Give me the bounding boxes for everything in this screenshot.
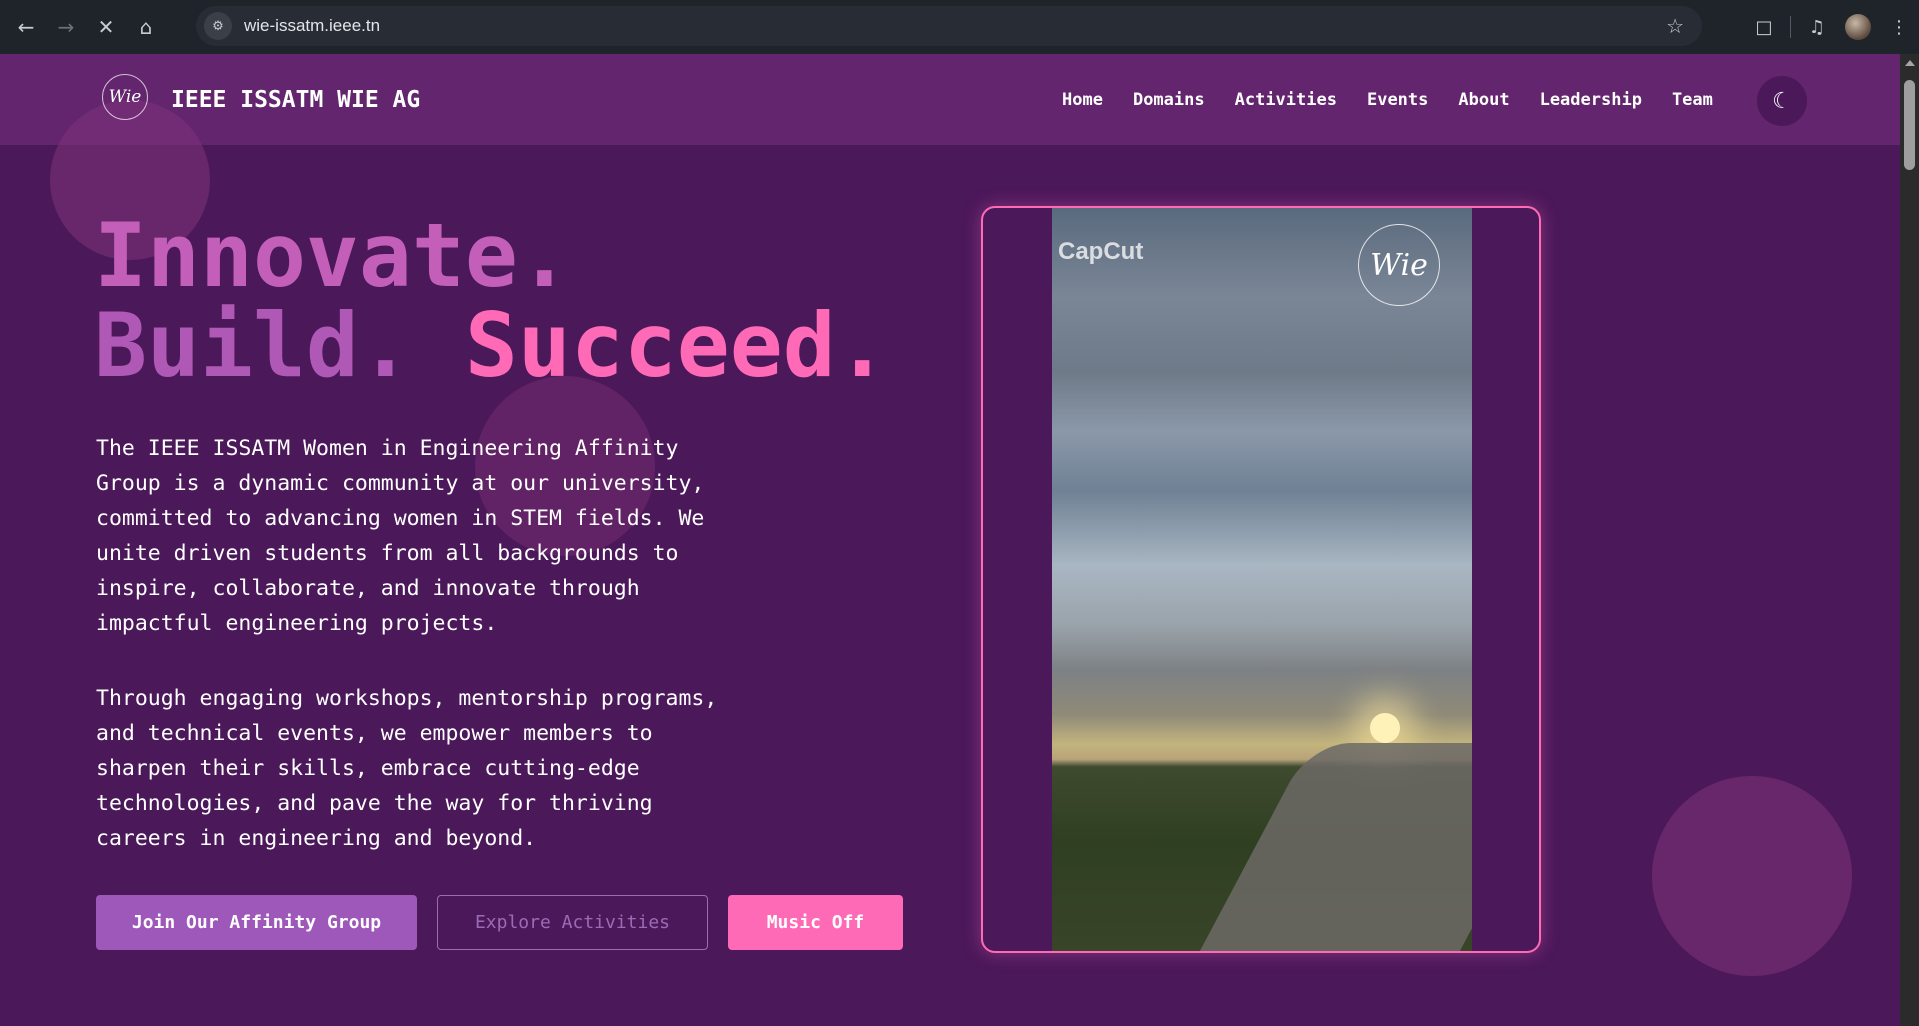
scroll-up-arrow-icon[interactable] (1905, 60, 1915, 66)
browser-actions: □ ♫ ⋮ (1744, 0, 1919, 54)
nav-domains[interactable]: Domains (1133, 90, 1205, 110)
extensions-icon[interactable]: □ (1744, 7, 1784, 47)
scroll-thumb[interactable] (1904, 80, 1915, 170)
capcut-watermark: CapCut (1058, 238, 1144, 265)
hero-headline: Innovate. Build. Succeed. (94, 211, 889, 391)
join-affinity-group-button[interactable]: Join Our Affinity Group (96, 895, 417, 950)
profile-avatar[interactable] (1845, 14, 1871, 40)
address-bar[interactable]: ⚙ wie-issatm.ieee.tn ☆ (196, 6, 1702, 46)
music-toggle-button[interactable]: Music Off (728, 895, 903, 950)
nav-about[interactable]: About (1458, 90, 1509, 110)
video-frame: CapCut Wie (981, 206, 1541, 953)
page-scrollbar[interactable] (1900, 54, 1919, 1026)
site-info-icon[interactable]: ⚙ (204, 12, 232, 40)
toolbar-separator (1790, 16, 1791, 38)
nav-leadership[interactable]: Leadership (1540, 90, 1642, 110)
hero-paragraph-1: The IEEE ISSATM Women in Engineering Aff… (96, 436, 705, 636)
site-header: Wie IEEE ISSATM WIE AG Home Domains Acti… (0, 54, 1900, 145)
url-text[interactable]: wie-issatm.ieee.tn (244, 16, 380, 36)
browser-toolbar: ← → ✕ ⌂ ⚙ wie-issatm.ieee.tn ☆ □ ♫ ⋮ (0, 0, 1919, 54)
brand-title[interactable]: IEEE ISSATM WIE AG (171, 87, 420, 113)
home-icon[interactable]: ⌂ (126, 7, 166, 47)
nav-activities[interactable]: Activities (1235, 90, 1337, 110)
explore-activities-button[interactable]: Explore Activities (437, 895, 708, 950)
video-sun (1370, 713, 1400, 743)
nav-team[interactable]: Team (1672, 90, 1713, 110)
video-road (1193, 743, 1472, 951)
headline-line-1: Innovate. (94, 204, 571, 307)
nav-events[interactable]: Events (1367, 90, 1428, 110)
forward-arrow-icon[interactable]: → (46, 7, 86, 47)
bookmark-star-icon[interactable]: ☆ (1666, 14, 1684, 38)
nav-home[interactable]: Home (1062, 90, 1103, 110)
headline-succeed: Succeed. (464, 294, 889, 397)
back-arrow-icon[interactable]: ← (6, 7, 46, 47)
menu-dots-icon[interactable]: ⋮ (1879, 7, 1919, 47)
page-content: Wie IEEE ISSATM WIE AG Home Domains Acti… (0, 54, 1900, 1026)
media-controls-icon[interactable]: ♫ (1797, 7, 1837, 47)
main-nav: Home Domains Activities Events About Lea… (1062, 90, 1713, 110)
hero-paragraph-2: Through engaging workshops, mentorship p… (96, 686, 718, 851)
wie-logo[interactable]: Wie (102, 74, 148, 120)
wie-badge-logo: Wie (1358, 224, 1440, 306)
decorative-circle-bottom-right (1652, 776, 1852, 976)
theme-toggle-moon-icon[interactable]: ☾ (1757, 76, 1807, 126)
stop-loading-icon[interactable]: ✕ (86, 7, 126, 47)
hero-video[interactable]: CapCut Wie (1052, 208, 1472, 951)
headline-build: Build. (94, 294, 412, 397)
